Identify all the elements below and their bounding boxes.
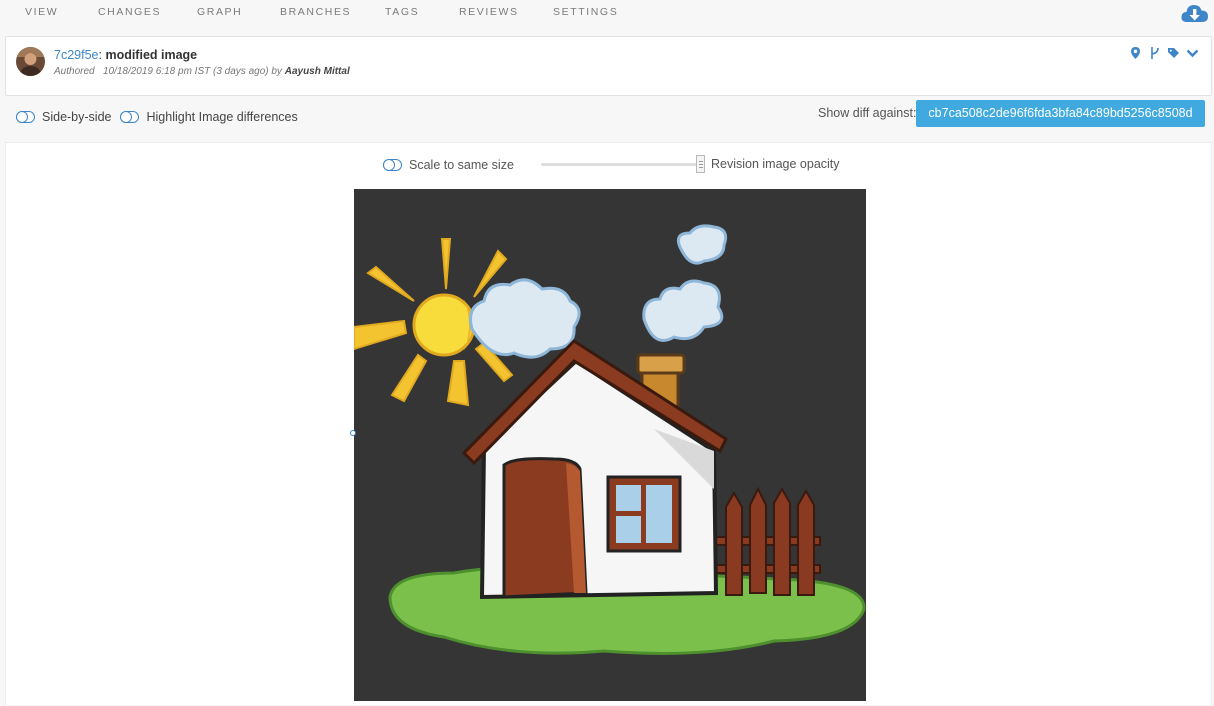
branch-icon[interactable] [1148, 46, 1161, 60]
side-by-side-label: Side-by-side [42, 110, 112, 124]
commit-separator: : [98, 48, 102, 62]
view-options: Side-by-side Highlight Image differences [15, 110, 298, 124]
diff-revision-button[interactable]: cb7ca508c2de96f6fda3bfa84c89bd5256c8508d [916, 100, 1205, 127]
opacity-slider-handle[interactable] [696, 155, 705, 173]
top-nav: VIEW CHANGES GRAPH BRANCHES TAGS REVIEWS… [0, 0, 1214, 30]
commit-hash-link[interactable]: 7c29f5e [54, 48, 98, 62]
commit-meta: Authored 10/18/2019 6:18 pm IST (3 days … [54, 66, 350, 77]
tag-icon[interactable] [1167, 46, 1180, 60]
scale-option: Scale to same size [382, 158, 514, 172]
tab-branches[interactable]: BRANCHES [280, 6, 351, 18]
commit-title: 7c29f5e: modified image [54, 48, 197, 62]
chevron-down-icon[interactable] [1186, 46, 1199, 60]
commit-author: Aayush Mittal [284, 66, 350, 77]
commit-date: 10/18/2019 6:18 pm IST (3 days ago) by [102, 66, 282, 77]
commit-actions [1129, 46, 1199, 60]
tab-view[interactable]: VIEW [25, 6, 58, 18]
commit-header: 7c29f5e: modified image Authored 10/18/2… [5, 36, 1212, 96]
revision-image [353, 189, 866, 701]
tab-settings[interactable]: SETTINGS [553, 6, 618, 18]
tab-tags[interactable]: TAGS [385, 6, 419, 18]
image-edge-handle[interactable] [350, 430, 356, 436]
highlight-differences-label: Highlight Image differences [146, 110, 298, 124]
authored-label: Authored [54, 66, 95, 77]
scale-toggle[interactable] [382, 158, 402, 171]
location-pin-icon[interactable] [1129, 46, 1142, 60]
cloud-download-icon[interactable] [1180, 0, 1210, 28]
scale-label: Scale to same size [409, 158, 514, 172]
avatar [16, 47, 45, 76]
tab-graph[interactable]: GRAPH [197, 6, 242, 18]
opacity-label: Revision image opacity [711, 157, 840, 171]
commit-message: modified image [105, 48, 198, 62]
tab-reviews[interactable]: REVIEWS [459, 6, 519, 18]
diff-against-label: Show diff against: [818, 106, 917, 120]
opacity-slider-track[interactable] [541, 163, 703, 166]
highlight-differences-toggle[interactable] [119, 110, 140, 123]
tab-changes[interactable]: CHANGES [98, 6, 161, 18]
side-by-side-toggle[interactable] [15, 110, 35, 123]
